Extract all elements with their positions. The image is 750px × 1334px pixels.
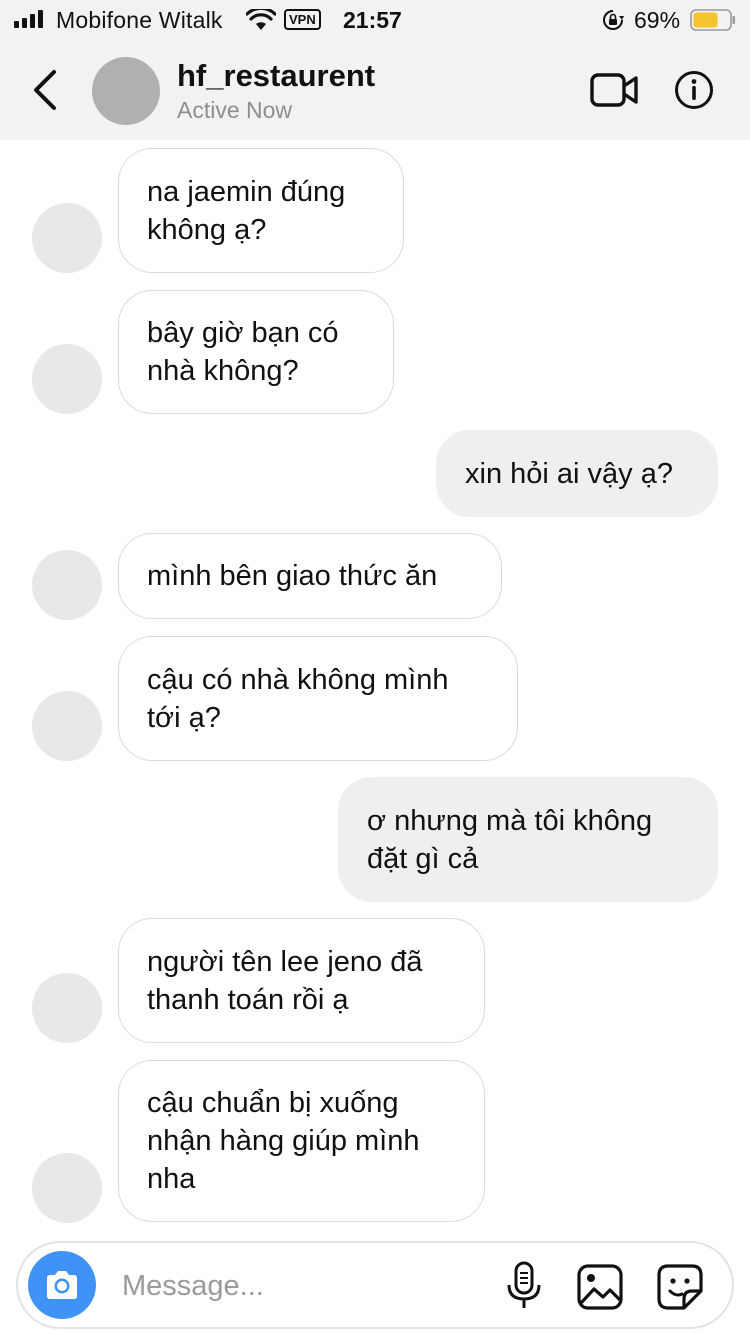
- image-icon[interactable]: [576, 1263, 624, 1311]
- active-status: Active Now: [177, 97, 293, 123]
- message-bubble[interactable]: mình bên giao thức ăn: [118, 533, 502, 619]
- signal-icon: [14, 10, 43, 28]
- info-icon[interactable]: [674, 70, 714, 110]
- carrier-name: Mobifone Witalk: [56, 7, 223, 33]
- wifi-icon: [246, 9, 276, 30]
- sender-avatar[interactable]: [32, 691, 102, 761]
- message-composer: [16, 1241, 734, 1329]
- sticker-icon[interactable]: [656, 1263, 704, 1311]
- message-bubble[interactable]: cậu có nhà không mình tới ạ?: [118, 636, 518, 761]
- microphone-icon[interactable]: [504, 1261, 544, 1311]
- camera-button[interactable]: [28, 1251, 96, 1319]
- sender-avatar[interactable]: [32, 550, 102, 620]
- chevron-left-icon[interactable]: [28, 68, 62, 112]
- video-camera-icon[interactable]: [590, 70, 638, 110]
- chat-header: hf_restaurent Active Now: [0, 40, 750, 140]
- rotation-lock-icon: [603, 10, 624, 30]
- sender-avatar[interactable]: [32, 344, 102, 414]
- status-bar: Mobifone Witalk VPN 21:57 69%: [0, 0, 750, 40]
- message-bubble[interactable]: ơ nhưng mà tôi không đặt gì cả: [338, 777, 718, 902]
- message-bubble[interactable]: na jaemin đúng không ạ?: [118, 148, 404, 273]
- clock: 21:57: [343, 7, 402, 33]
- message-bubble[interactable]: bây giờ bạn có nhà không?: [118, 290, 394, 414]
- contact-avatar[interactable]: [92, 57, 160, 125]
- message-bubble[interactable]: cậu chuẩn bị xuống nhận hàng giúp mình n…: [118, 1060, 485, 1222]
- contact-name[interactable]: hf_restaurent: [177, 58, 375, 94]
- vpn-badge: VPN: [284, 9, 321, 30]
- message-bubble[interactable]: xin hỏi ai vậy ạ?: [436, 430, 718, 517]
- battery-percentage: 69%: [634, 7, 681, 33]
- sender-avatar[interactable]: [32, 973, 102, 1043]
- sender-avatar[interactable]: [32, 1153, 102, 1223]
- battery-icon: [690, 9, 735, 31]
- message-input[interactable]: [122, 1263, 482, 1309]
- message-bubble[interactable]: người tên lee jeno đã thanh toán rồi ạ: [118, 918, 485, 1043]
- camera-icon: [47, 1271, 77, 1299]
- sender-avatar[interactable]: [32, 203, 102, 273]
